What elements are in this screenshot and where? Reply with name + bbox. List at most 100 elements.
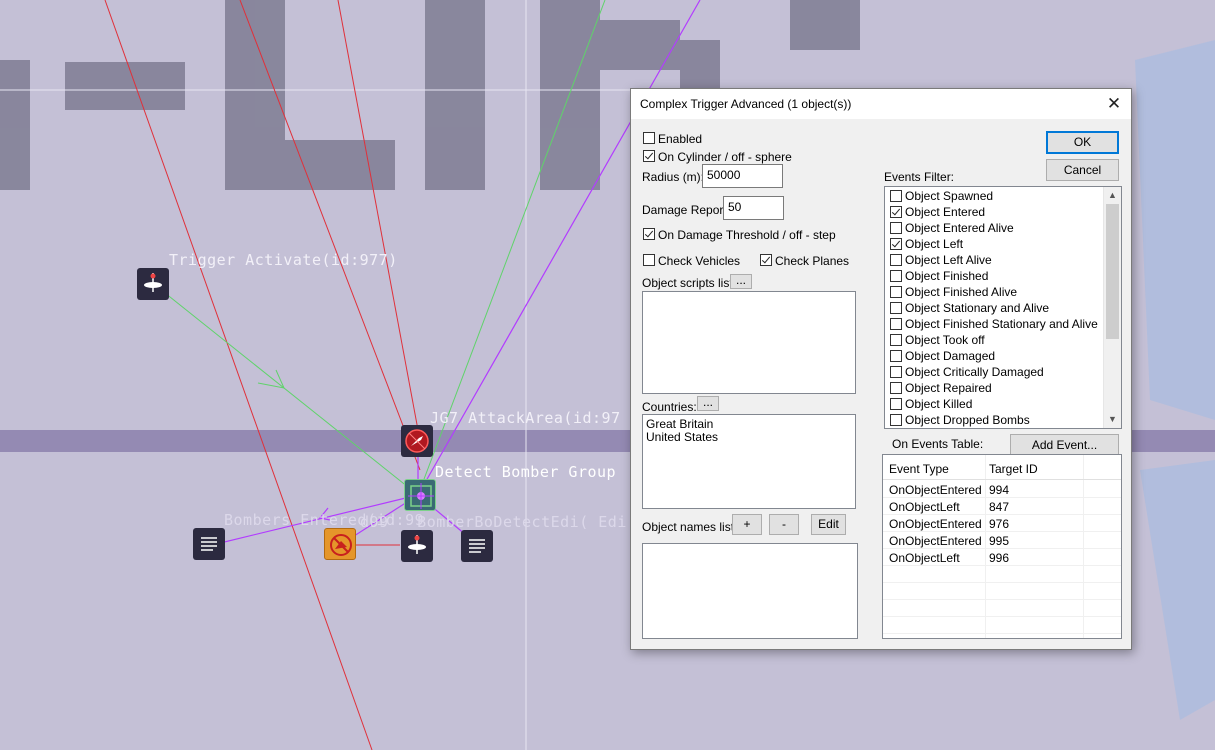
table-row[interactable]: OnObjectLeft 996 xyxy=(883,548,1121,565)
column-header-target-id[interactable]: Target ID xyxy=(989,462,1038,476)
dialog-title: Complex Trigger Advanced (1 object(s)) xyxy=(640,97,852,111)
events-filter-checkbox[interactable] xyxy=(890,270,902,282)
countries-browse-button[interactable]: ... xyxy=(697,396,719,411)
country-item[interactable]: Great Britain xyxy=(646,417,713,431)
close-button[interactable]: ✕ xyxy=(1097,89,1131,119)
add-event-button[interactable]: Add Event... xyxy=(1010,434,1119,456)
events-filter-item[interactable]: Object Left Alive xyxy=(890,252,1100,268)
events-filter-item[interactable]: Object Finished xyxy=(890,268,1100,284)
events-filter-checkbox[interactable] xyxy=(890,286,902,298)
events-filter-item[interactable]: Object Took off xyxy=(890,332,1100,348)
trigger-activate-node[interactable] xyxy=(137,268,169,300)
on-cylinder-label: On Cylinder / off - sphere xyxy=(658,150,792,164)
events-filter-scrollbar[interactable]: ▲ ▼ xyxy=(1103,187,1121,428)
countries-label: Countries: xyxy=(642,400,697,414)
map-label-trigger-activate: Trigger Activate(id:977) xyxy=(169,251,398,269)
table-row[interactable]: OnObjectEntered 995 xyxy=(883,531,1121,548)
events-filter-checkbox[interactable] xyxy=(890,206,902,218)
events-filter-item-label: Object Entered xyxy=(905,205,986,219)
map-label-detect-bomber-group: Detect Bomber Group xyxy=(435,463,617,481)
country-item[interactable]: United States xyxy=(646,430,718,444)
events-filter-checkbox[interactable] xyxy=(890,222,902,234)
events-filter-checkbox[interactable] xyxy=(890,254,902,266)
event-type-cell: OnObjectEntered xyxy=(889,534,982,548)
bomber-target-node[interactable] xyxy=(324,528,356,560)
note-icon xyxy=(201,537,217,551)
column-header-event-type[interactable]: Event Type xyxy=(889,462,949,476)
dialog-titlebar[interactable]: Complex Trigger Advanced (1 object(s)) ✕ xyxy=(631,89,1131,119)
events-filter-item[interactable]: Object Killed xyxy=(890,396,1100,412)
countries-list[interactable]: Great Britain United States xyxy=(642,414,856,509)
events-filter-item[interactable]: Object Left xyxy=(890,236,1100,252)
events-table[interactable]: Event Type Target ID OnObjectEntered 994 O… xyxy=(882,454,1122,639)
events-filter-checkbox[interactable] xyxy=(890,398,902,410)
object-scripts-list[interactable] xyxy=(642,291,856,394)
on-damage-threshold-checkbox[interactable] xyxy=(643,228,655,240)
events-filter-checkbox[interactable] xyxy=(890,334,902,346)
events-filter-item-label: Object Took off xyxy=(905,333,985,347)
detect-bomber-group-node[interactable] xyxy=(404,479,436,511)
events-filter-item-label: Object Finished xyxy=(905,269,989,283)
spawner-node[interactable] xyxy=(401,530,433,562)
events-filter-item-label: Object Critically Damaged xyxy=(905,365,1044,379)
scroll-up-icon[interactable]: ▲ xyxy=(1104,187,1121,204)
cancel-button[interactable]: Cancel xyxy=(1046,159,1119,181)
events-filter-checkbox[interactable] xyxy=(890,414,902,426)
check-planes-checkbox[interactable] xyxy=(760,254,772,266)
events-filter-item-label: Object Left Alive xyxy=(905,253,992,267)
events-filter-item-label: Object Finished Stationary and Alive xyxy=(905,317,1098,331)
events-filter-list[interactable]: Object Spawned Object Entered Object Enter… xyxy=(884,186,1122,429)
events-filter-checkbox[interactable] xyxy=(890,382,902,394)
events-filter-checkbox[interactable] xyxy=(890,366,902,378)
events-filter-item[interactable]: Object Repaired xyxy=(890,380,1100,396)
target-id-cell: 995 xyxy=(989,534,1010,548)
events-filter-item[interactable]: Object Finished Alive xyxy=(890,284,1100,300)
events-filter-checkbox[interactable] xyxy=(890,190,902,202)
events-filter-item[interactable]: Object Damaged xyxy=(890,348,1100,364)
events-filter-item[interactable]: Object Stationary and Alive xyxy=(890,300,1100,316)
scrollbar-thumb[interactable] xyxy=(1106,204,1119,339)
object-names-add-button[interactable]: + xyxy=(732,514,762,535)
radius-input[interactable]: 50000 xyxy=(702,164,783,188)
events-filter-item[interactable]: Object Entered xyxy=(890,204,1100,220)
bomber-icon xyxy=(330,534,352,556)
table-row[interactable]: OnObjectEntered 994 xyxy=(883,480,1121,497)
note-icon xyxy=(469,539,485,553)
object-scripts-label: Object scripts list xyxy=(642,276,733,290)
events-filter-item-label: Object Dropped Bombs xyxy=(905,413,1030,427)
event-type-cell: OnObjectEntered xyxy=(889,483,982,497)
jg7-attack-area-node[interactable] xyxy=(401,425,433,457)
table-row[interactable]: OnObjectEntered 976 xyxy=(883,514,1121,531)
object-names-list[interactable] xyxy=(642,543,858,639)
radius-label: Radius (m): xyxy=(642,170,705,184)
events-filter-item[interactable]: Object Dropped Bombs xyxy=(890,412,1100,428)
damage-report-label: Damage Report: xyxy=(642,203,731,217)
events-filter-checkbox[interactable] xyxy=(890,302,902,314)
events-filter-item[interactable]: Object Critically Damaged xyxy=(890,364,1100,380)
events-filter-item[interactable]: Object Spawned xyxy=(890,188,1100,204)
target-id-cell: 994 xyxy=(989,483,1010,497)
damage-report-input[interactable]: 50 xyxy=(723,196,784,220)
target-id-cell: 976 xyxy=(989,517,1010,531)
object-names-edit-button[interactable]: Edit xyxy=(811,514,846,535)
events-filter-item[interactable]: Object Finished Stationary and Alive xyxy=(890,316,1100,332)
on-cylinder-checkbox[interactable] xyxy=(643,150,655,162)
events-filter-label: Events Filter: xyxy=(884,170,955,184)
bombers-left-node[interactable] xyxy=(461,530,493,562)
object-scripts-browse-button[interactable]: ... xyxy=(730,274,752,289)
events-filter-item-label: Object Finished Alive xyxy=(905,285,1018,299)
scroll-down-icon[interactable]: ▼ xyxy=(1104,411,1121,428)
ok-button[interactable]: OK xyxy=(1046,131,1119,154)
bombers-entered-node[interactable] xyxy=(193,528,225,560)
table-row[interactable]: OnObjectLeft 847 xyxy=(883,497,1121,514)
pointer-icon xyxy=(408,535,426,554)
enabled-checkbox[interactable] xyxy=(643,132,655,144)
complex-trigger-icon xyxy=(408,483,434,509)
object-names-remove-button[interactable]: - xyxy=(769,514,799,535)
events-filter-checkbox[interactable] xyxy=(890,350,902,362)
events-filter-checkbox[interactable] xyxy=(890,318,902,330)
events-filter-checkbox[interactable] xyxy=(890,238,902,250)
events-filter-item-label: Object Killed xyxy=(905,397,973,411)
check-vehicles-checkbox[interactable] xyxy=(643,254,655,266)
events-filter-item[interactable]: Object Entered Alive xyxy=(890,220,1100,236)
